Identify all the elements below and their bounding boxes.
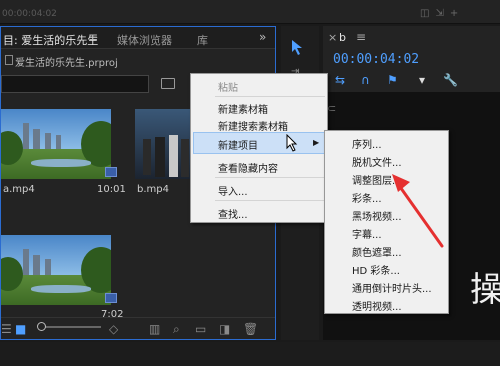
menu-separator — [215, 200, 325, 201]
submenu-arrow-icon: ▶ — [313, 138, 320, 147]
playhead-timecode[interactable]: 00:00:04:02 — [333, 52, 419, 67]
context-menu: 粘贴 新建素材箱 新建搜索素材箱 新建项目 ▶ 查看隐藏内容 导入... 查找.… — [190, 73, 328, 223]
tabs-overflow-icon[interactable]: » — [259, 30, 266, 44]
submenu-item-transparent-video[interactable]: 透明视频... — [352, 298, 402, 313]
zoom-slider-handle[interactable] — [37, 322, 46, 331]
icon-view-icon[interactable]: ■ — [15, 322, 26, 336]
project-file-name: 爱生活的乐先生.prproj — [15, 58, 118, 69]
clip-type-badge — [105, 167, 117, 177]
submenu-item-hd-bars[interactable]: HD 彩条... — [352, 262, 400, 277]
submenu-item-countdown-leader[interactable]: 通用倒计时片头... — [352, 280, 432, 295]
clip-duration: 10:01 — [97, 184, 126, 195]
submenu-item-title[interactable]: 字幕... — [352, 226, 382, 241]
selection-tool-icon[interactable] — [288, 38, 306, 56]
tab-libraries[interactable]: 库 — [197, 32, 208, 48]
panel-menu-icon[interactable]: ≡ — [88, 30, 98, 44]
zoom-slider[interactable] — [41, 326, 101, 328]
menu-item-new-search-bin[interactable]: 新建搜索素材箱 — [218, 118, 288, 133]
new-item-icon[interactable]: ◨ — [219, 322, 230, 336]
settings-icon[interactable]: ◫ — [420, 8, 435, 19]
linked-selection-icon[interactable]: ∩ — [361, 73, 370, 87]
trash-icon[interactable]: 🗑 — [243, 322, 258, 336]
mouse-cursor-icon — [286, 134, 298, 152]
export-icon[interactable]: ⇲ — [435, 8, 449, 19]
new-search-bin-icon[interactable] — [161, 78, 175, 89]
clip-name: a.mp4 — [3, 184, 35, 195]
source-timecode: 00:00:04:02 — [2, 9, 57, 19]
find-icon[interactable]: ⌕ — [173, 322, 180, 337]
search-input[interactable] — [1, 75, 149, 93]
project-panel-tabs: 目: 爱生活的乐先生 ≡ 媒体浏览器 库 » — [1, 27, 275, 49]
submenu-item-bars-and-tone[interactable]: 彩条... — [352, 190, 382, 205]
add-marker-icon[interactable]: ⚑ — [387, 73, 398, 87]
clip-name: b.mp4 — [137, 184, 169, 195]
project-file-row: 爱生活的乐先生.prproj — [1, 51, 275, 71]
overlay-caption: 操 — [470, 270, 500, 310]
menu-item-import[interactable]: 导入... — [218, 183, 248, 198]
menu-item-new-bin[interactable]: 新建素材箱 — [218, 101, 268, 116]
list-view-icon[interactable]: ☰ — [1, 322, 12, 336]
annotation-arrow — [392, 174, 444, 248]
menu-separator — [215, 177, 325, 178]
new-bin-icon[interactable]: ▭ — [195, 322, 206, 336]
clip-thumbnail[interactable] — [1, 235, 111, 305]
menu-separator — [215, 96, 325, 97]
bottom-strip — [0, 342, 500, 366]
top-strip-icons: ◫⇲+ — [420, 8, 464, 19]
sort-icon[interactable]: ◇ — [109, 322, 118, 336]
submenu-item-offline-file[interactable]: 脱机文件... — [352, 154, 402, 169]
submenu-item-sequence[interactable]: 序列... — [352, 136, 382, 151]
tab-media-browser[interactable]: 媒体浏览器 — [117, 32, 172, 48]
tab-project[interactable]: 目: 爱生活的乐先生 — [3, 32, 98, 48]
menu-item-new-item-highlight[interactable] — [193, 132, 325, 154]
automate-icon[interactable]: ▥ — [149, 322, 160, 336]
menu-item-find[interactable]: 查找... — [218, 206, 248, 221]
project-panel-footer: ☰ ■ ◇ ▥ ⌕ ▭ ◨ 🗑 — [1, 317, 275, 339]
tab-program-monitor[interactable]: b — [339, 31, 346, 44]
top-strip: 00:00:04:02 ◫⇲+ — [0, 0, 500, 24]
project-file-icon — [5, 55, 13, 65]
wrench-icon[interactable]: 🔧 — [443, 73, 458, 87]
menu-item-new-item[interactable]: 新建项目 — [218, 137, 258, 152]
clip-type-badge — [105, 293, 117, 303]
menu-item-paste[interactable]: 粘贴 — [218, 79, 238, 94]
clip-thumbnail-a[interactable] — [1, 109, 111, 179]
panel-menu-icon[interactable]: ≡ — [356, 30, 366, 44]
close-icon[interactable]: × — [328, 31, 337, 44]
add-icon[interactable]: + — [450, 8, 464, 19]
marker-icon[interactable]: ▾ — [419, 73, 425, 87]
track-icon: ⊂ — [327, 102, 337, 115]
menu-item-view-hidden[interactable]: 查看隐藏内容 — [218, 160, 278, 175]
snap-icon[interactable]: ⇆ — [335, 73, 345, 87]
